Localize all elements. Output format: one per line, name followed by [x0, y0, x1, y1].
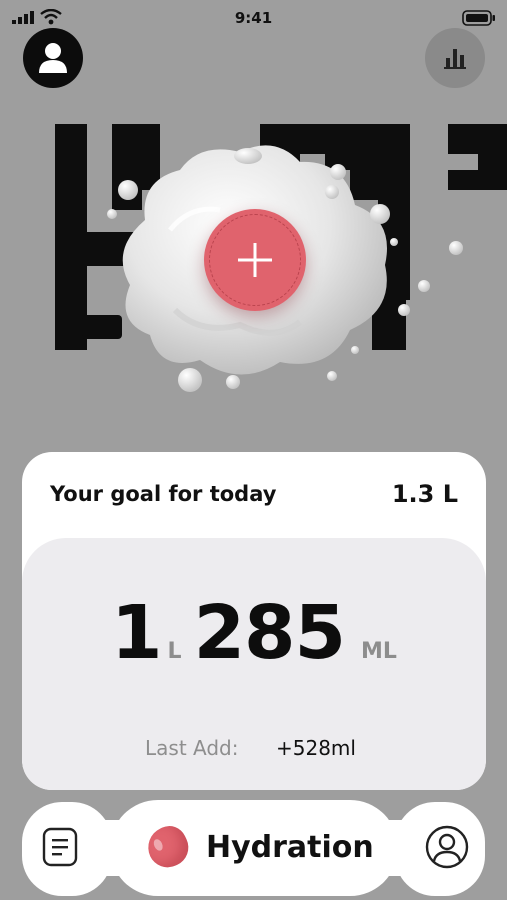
user-icon	[39, 43, 67, 73]
status-bar: 9:41	[0, 0, 507, 36]
user-avatar-button[interactable]	[23, 28, 83, 88]
tab-hydration-label: Hydration	[206, 829, 374, 865]
goal-label: Your goal for today	[50, 482, 277, 506]
notes-button[interactable]	[40, 825, 80, 869]
intake-liters-unit: L	[167, 639, 182, 664]
statistics-button[interactable]	[425, 28, 485, 88]
tab-hydration[interactable]: Hydration	[140, 814, 380, 880]
goal-card: Your goal for today 1.3 L 1 L 285 ML Las…	[22, 452, 486, 790]
notes-icon	[42, 827, 78, 867]
profile-button[interactable]	[424, 824, 470, 870]
goal-value: 1.3 L	[391, 480, 458, 508]
intake-amount: 1 L 285 ML	[22, 590, 486, 676]
water-drop-icon	[141, 820, 195, 874]
intake-liters: 1	[111, 590, 162, 676]
battery-icon	[462, 10, 495, 26]
last-add-label: Last Add:	[145, 736, 239, 760]
add-water-button[interactable]	[204, 209, 306, 311]
bottom-nav: Hydration	[0, 800, 507, 900]
intake-panel: 1 L 285 ML Last Add: +528ml	[22, 538, 486, 790]
intake-milliliters: 285	[193, 590, 346, 676]
bar-chart-icon	[444, 49, 466, 69]
intake-ml-unit: ML	[361, 639, 397, 664]
status-time: 9:41	[234, 9, 273, 27]
plus-icon	[238, 243, 272, 277]
profile-icon	[425, 825, 469, 869]
last-add-value: +528ml	[276, 736, 356, 760]
